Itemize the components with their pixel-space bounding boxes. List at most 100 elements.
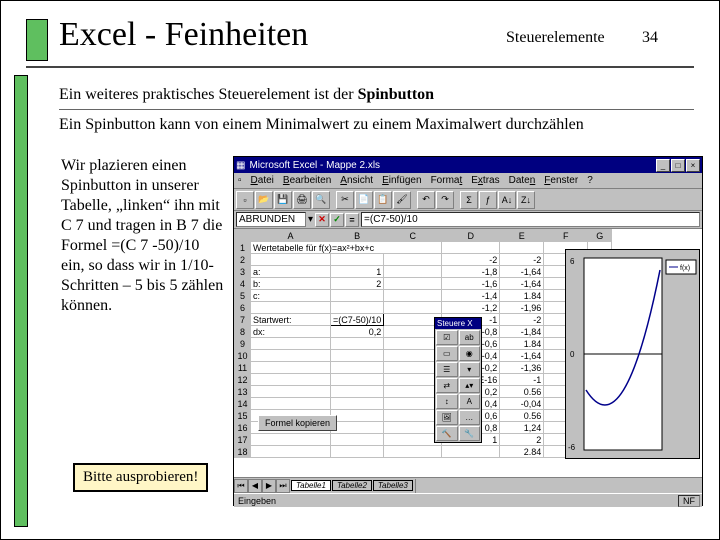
- cell[interactable]: [331, 350, 384, 362]
- minimize-button[interactable]: _: [656, 159, 670, 172]
- cell[interactable]: a:: [251, 266, 331, 278]
- cell[interactable]: [331, 386, 384, 398]
- cell[interactable]: [251, 374, 331, 386]
- column-header[interactable]: F: [544, 230, 588, 242]
- cell[interactable]: [331, 410, 384, 422]
- toolbox-button-icon[interactable]: ▭: [436, 346, 458, 361]
- tab-nav-next-icon[interactable]: ▶: [262, 479, 276, 493]
- menu-data[interactable]: Daten: [509, 175, 536, 186]
- cell[interactable]: [251, 362, 331, 374]
- cell[interactable]: -1,64: [500, 278, 544, 290]
- sheet-tab-3[interactable]: Tabelle3: [373, 480, 413, 491]
- row-header[interactable]: 10: [235, 350, 251, 362]
- menu-edit[interactable]: Bearbeiten: [283, 175, 331, 186]
- close-button[interactable]: ×: [686, 159, 700, 172]
- row-header[interactable]: 1: [235, 242, 251, 254]
- menu-format[interactable]: Format: [431, 175, 463, 186]
- row-header[interactable]: 16: [235, 422, 251, 434]
- row-header[interactable]: 12: [235, 374, 251, 386]
- row-header[interactable]: 9: [235, 338, 251, 350]
- tab-nav-first-icon[interactable]: ⏮: [234, 479, 248, 493]
- formula-input[interactable]: =(C7-50)/10: [361, 212, 700, 227]
- cell[interactable]: [331, 422, 384, 434]
- name-box[interactable]: ABRUNDEN: [236, 212, 306, 227]
- row-header[interactable]: 11: [235, 362, 251, 374]
- cell[interactable]: [384, 446, 442, 458]
- controls-toolbox[interactable]: Steuere X ☑ab ▭◉ ☰▾ ⇄▴▾ ↕A 🖼… 🔨🔧: [434, 317, 482, 443]
- preview-icon[interactable]: 🔍: [312, 191, 330, 209]
- cell[interactable]: [331, 434, 384, 446]
- cell[interactable]: -1,36: [500, 362, 544, 374]
- row-header[interactable]: 6: [235, 302, 251, 314]
- print-icon[interactable]: 🖨: [293, 191, 311, 209]
- row-header[interactable]: 2: [235, 254, 251, 266]
- cell[interactable]: 1.84: [500, 290, 544, 302]
- toolbox-combo-icon[interactable]: ▾: [459, 362, 481, 377]
- cell[interactable]: -2: [442, 254, 500, 266]
- cell[interactable]: [331, 290, 384, 302]
- cell[interactable]: Wertetabelle für f(x)=ax²+bx+c: [251, 242, 442, 254]
- toolbox-label-icon[interactable]: A: [459, 394, 481, 409]
- menu-window[interactable]: Fenster: [544, 175, 578, 186]
- cell[interactable]: [384, 266, 442, 278]
- cell[interactable]: [384, 278, 442, 290]
- row-header[interactable]: 13: [235, 386, 251, 398]
- sum-icon[interactable]: Σ: [460, 191, 478, 209]
- cell[interactable]: [442, 242, 500, 254]
- row-header[interactable]: 7: [235, 314, 251, 326]
- cell[interactable]: 2: [331, 278, 384, 290]
- fx-icon[interactable]: ƒ: [479, 191, 497, 209]
- cell[interactable]: 2: [500, 434, 544, 446]
- copy-icon[interactable]: 📄: [355, 191, 373, 209]
- cell[interactable]: [251, 254, 331, 266]
- toolbox-checkbox-icon[interactable]: ☑: [436, 330, 458, 345]
- cell[interactable]: [500, 242, 544, 254]
- fx-equals-icon[interactable]: =: [345, 213, 359, 227]
- cell[interactable]: -1: [500, 374, 544, 386]
- cell[interactable]: [251, 446, 331, 458]
- cell[interactable]: -2: [500, 254, 544, 266]
- column-header[interactable]: C: [384, 230, 442, 242]
- column-header[interactable]: [235, 230, 251, 242]
- cell[interactable]: [384, 254, 442, 266]
- open-icon[interactable]: 📂: [255, 191, 273, 209]
- sort-asc-icon[interactable]: A↓: [498, 191, 516, 209]
- row-header[interactable]: 15: [235, 410, 251, 422]
- column-header[interactable]: B: [331, 230, 384, 242]
- column-header[interactable]: E: [500, 230, 544, 242]
- menu-file[interactable]: DDateiatei: [251, 175, 274, 186]
- cell[interactable]: =(C7-50)/10: [331, 314, 384, 326]
- tab-nav-last-icon[interactable]: ⏭: [276, 479, 290, 493]
- sheet-tab-2[interactable]: Tabelle2: [332, 480, 372, 491]
- cell[interactable]: [384, 302, 442, 314]
- toolbox-hammer-icon[interactable]: 🔨: [436, 426, 458, 441]
- row-header[interactable]: 17: [235, 434, 251, 446]
- spreadsheet-grid[interactable]: ABCDEFG1Wertetabelle für f(x)=ax²+bx+c2-…: [234, 229, 702, 477]
- cell[interactable]: -1,64: [500, 266, 544, 278]
- sheet-tab-1[interactable]: Tabelle1: [291, 480, 331, 491]
- cut-icon[interactable]: ✂: [336, 191, 354, 209]
- cell[interactable]: Startwert:: [251, 314, 331, 326]
- cell[interactable]: dx:: [251, 326, 331, 338]
- cell[interactable]: 2.84: [500, 446, 544, 458]
- cell[interactable]: b:: [251, 278, 331, 290]
- cell[interactable]: -1,6: [442, 278, 500, 290]
- cell[interactable]: -2: [500, 314, 544, 326]
- menu-tools[interactable]: Extras: [471, 175, 499, 186]
- cell[interactable]: 1: [331, 266, 384, 278]
- sort-desc-icon[interactable]: Z↓: [517, 191, 535, 209]
- horizontal-scrollbar[interactable]: [415, 479, 702, 493]
- tab-nav-prev-icon[interactable]: ◀: [248, 479, 262, 493]
- cell[interactable]: 0,2: [331, 326, 384, 338]
- maximize-button[interactable]: □: [671, 159, 685, 172]
- toolbox-textbox-icon[interactable]: ab: [459, 330, 481, 345]
- toolbox-more-icon[interactable]: …: [459, 410, 481, 425]
- cell[interactable]: 0.56: [500, 386, 544, 398]
- toolbox-listbox-icon[interactable]: ☰: [436, 362, 458, 377]
- cell[interactable]: [251, 398, 331, 410]
- cell[interactable]: [331, 398, 384, 410]
- toolbox-option-icon[interactable]: ◉: [459, 346, 481, 361]
- undo-icon[interactable]: ↶: [417, 191, 435, 209]
- cell[interactable]: 1,24: [500, 422, 544, 434]
- menu-insert[interactable]: Einfügen: [382, 175, 421, 186]
